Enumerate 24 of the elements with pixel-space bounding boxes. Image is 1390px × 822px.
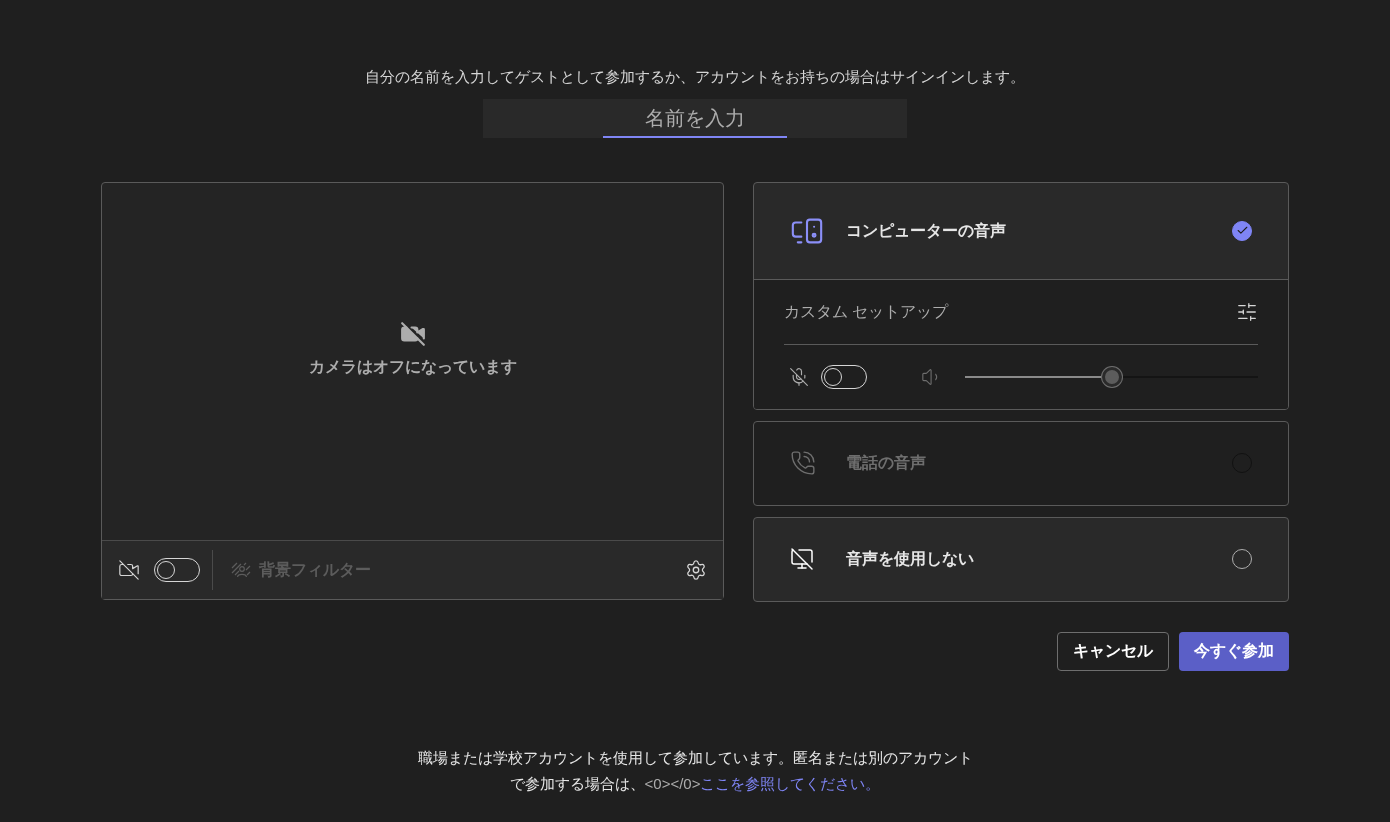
mic-off-icon (789, 366, 809, 387)
audio-option-card[interactable]: 音声を使用しない (753, 516, 1289, 602)
join-button[interactable]: 今すぐ参加 (1179, 631, 1289, 671)
name-field[interactable]: 名前を入力 (483, 98, 907, 138)
sliders-icon[interactable] (1236, 300, 1258, 323)
volume-slider[interactable] (965, 365, 1258, 388)
slider-thumb[interactable] (1101, 366, 1122, 387)
instruction-text: 自分の名前を入力してゲストとして参加するか、アカウントをお持ちの場合はサインインします。 (365, 67, 1025, 87)
custom-setup-label: カスタム セットアップ (784, 301, 949, 322)
cancel-button[interactable]: キャンセル (1057, 631, 1169, 671)
footer-text: 職場または学校アカウントを使用して参加しています。匿名または別のアカウントで参加する場合は、<0></0>ここを参照してください。 (416, 747, 974, 794)
audio-option-label: コンピューターの音声 (846, 220, 1006, 241)
audio-option-label: 音声を使用しない (846, 549, 974, 570)
settings-icon[interactable] (685, 558, 707, 581)
camera-off-icon (118, 558, 140, 581)
help-link[interactable]: ここを参照してください。 (700, 774, 881, 792)
audio-option-card[interactable]: コンピューターの音声 カスタム セットアップ (753, 181, 1289, 410)
blur-icon (231, 561, 251, 578)
phone-icon (790, 450, 816, 476)
monitor-off-icon (790, 547, 814, 571)
camera-status-text: カメラはオフになっています (308, 357, 517, 378)
radio-indicator[interactable] (1232, 220, 1252, 241)
audio-option-label: 電話の音声 (846, 453, 926, 473)
camera-off-icon (399, 321, 426, 347)
